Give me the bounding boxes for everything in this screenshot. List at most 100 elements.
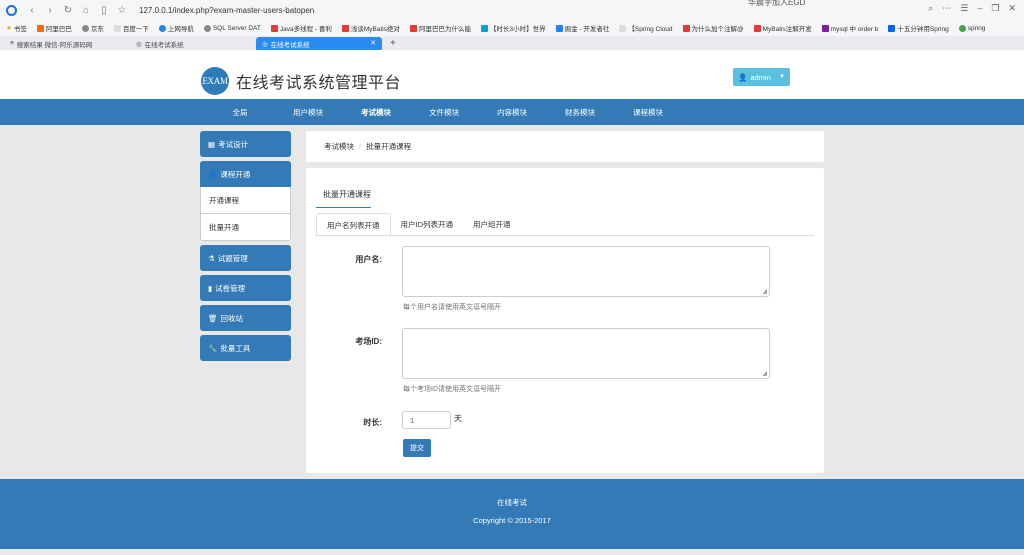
main-panel: 批量开通课程 用户名列表开通 用户ID列表开通 用户组开通 用户名: ◢ 每个用…	[306, 168, 824, 473]
examid-textarea[interactable]: ◢	[402, 328, 770, 379]
page-icon	[113, 24, 121, 32]
page-icon: ≡	[10, 40, 14, 47]
sidebar-item-paper-mgmt[interactable]: ▮ 试卷管理	[200, 275, 291, 301]
bookmark-item[interactable]: 【时长3小时】世界	[481, 23, 546, 33]
browser-tabs: ≡ 搜索结果 微信-阿乐源码网 ◎ 在线考试系统 ◎ 在线考试系统 ✕ +	[0, 36, 1024, 50]
bookmark-item[interactable]: 阿里巴巴为什么能	[410, 23, 471, 33]
juejin-icon	[555, 24, 563, 32]
home-icon[interactable]: ⌂	[79, 3, 93, 17]
bookmark-item[interactable]: 百度一下	[113, 23, 149, 33]
bookmark-item[interactable]: MyBatis注解开发	[753, 23, 812, 33]
globe-icon: ◎	[262, 40, 268, 48]
sidebar-item-batch-tools[interactable]: 🔧 批量工具	[200, 335, 291, 361]
flask-icon: ⚗	[208, 253, 215, 263]
main-nav: 全局 用户模块 考试模块 文件模块 内容模块 财务模块 课程模块	[0, 99, 1024, 125]
alibaba-icon	[36, 24, 44, 32]
bookmark-item[interactable]: spring	[958, 24, 985, 32]
breadcrumb-item-current: 批量开通课程	[366, 142, 412, 151]
nav-item-users[interactable]: 用户模块	[274, 107, 342, 118]
bookmark-item[interactable]: 浅谈MyBatis绝对	[341, 23, 400, 33]
csdn-icon	[341, 24, 349, 32]
ie-icon	[158, 24, 166, 32]
resize-grip-icon[interactable]: ◢	[762, 288, 767, 295]
sidebar-item-course-open[interactable]: 👤 课程开通	[200, 161, 291, 187]
globe-icon	[203, 24, 211, 32]
duration-unit: 天	[454, 414, 462, 423]
bookmark-item[interactable]: ★ 书签	[6, 23, 27, 33]
nav-item-finance[interactable]: 财务模块	[546, 107, 614, 118]
sidebar-item-exam-design[interactable]: ▦ 考试设计	[200, 131, 291, 157]
bookmark-item[interactable]: 掘金 - 开发者社	[555, 23, 609, 33]
nav-item-global[interactable]: 全局	[206, 107, 274, 118]
zhihu-icon	[888, 24, 896, 32]
user-icon: 👤	[738, 72, 748, 82]
bottom-strip	[0, 549, 1024, 555]
tab-username-list[interactable]: 用户名列表开通	[316, 213, 391, 237]
bookmark-item[interactable]: 【Spring Cloud	[619, 23, 673, 33]
bookmark-item[interactable]: 阿里巴巴	[36, 23, 72, 33]
user-name: admin	[750, 72, 771, 82]
site-header: EXAM 在线考试系统管理平台 👤 admin ▼	[0, 50, 1024, 99]
book-icon: ▮	[208, 283, 213, 293]
restore-icon[interactable]: ❐	[991, 3, 999, 14]
csdn-icon	[753, 24, 761, 32]
more-icon[interactable]: ⋯	[942, 3, 951, 14]
examid-label: 考场ID:	[355, 337, 382, 346]
globe-icon: ◎	[136, 40, 142, 48]
browser-tab[interactable]: ≡ 搜索结果 微信-阿乐源码网	[4, 37, 130, 50]
breadcrumb-item-exam[interactable]: 考试模块	[324, 141, 354, 152]
browser-tab-active[interactable]: ◎ 在线考试系统 ✕	[256, 37, 382, 50]
user-menu-button[interactable]: 👤 admin ▼	[733, 68, 790, 86]
refresh-icon[interactable]: ↻	[61, 3, 75, 17]
trash-icon: 🗑	[208, 313, 218, 323]
bookmark-item[interactable]: 上网导航	[158, 23, 194, 33]
panel-title: 批量开通课程	[323, 190, 371, 199]
sidebar-toggle-icon[interactable]: ▯	[97, 3, 111, 17]
close-icon[interactable]: ✕	[1008, 3, 1016, 14]
sidebar: ▦ 考试设计 👤 课程开通 开通课程 批量开通 ⚗ 试题管理 ▮ 试卷管理 🗑 …	[200, 131, 291, 365]
back-icon[interactable]: ‹	[25, 3, 39, 17]
tab-userid-list[interactable]: 用户ID列表开通	[391, 213, 464, 236]
grid-icon: ▦	[208, 139, 216, 149]
forward-icon[interactable]: ›	[43, 3, 57, 17]
bookmark-item[interactable]: 京东	[81, 23, 104, 33]
tab-user-group[interactable]: 用户组开通	[463, 213, 521, 236]
close-tab-icon[interactable]: ✕	[370, 39, 376, 47]
bookmark-item[interactable]: 为什么加个注解@	[682, 23, 744, 33]
examid-help: 每个考场ID请使用英文逗号隔开	[403, 386, 501, 393]
resize-grip-icon[interactable]: ◢	[762, 370, 767, 377]
username-textarea[interactable]: ◢	[402, 246, 770, 297]
bookmark-item[interactable]: mysql 中 order b	[821, 23, 878, 33]
sidebar-subitem-open-course[interactable]: 开通课程	[200, 187, 291, 214]
nav-item-content[interactable]: 内容模块	[478, 107, 546, 118]
nav-item-files[interactable]: 文件模块	[410, 107, 478, 118]
bookmark-item[interactable]: 十五分钟用Spring	[888, 23, 949, 33]
duration-label: 时长:	[363, 418, 382, 427]
exam-logo: EXAM	[201, 67, 229, 95]
bookmark-item[interactable]: Java多线程 - 喜利	[270, 23, 332, 33]
minimize-icon[interactable]: –	[977, 3, 982, 14]
sidebar-subitem-batch-open[interactable]: 批量开通	[200, 214, 291, 241]
wechat-icon	[958, 24, 966, 32]
star-icon[interactable]: ☆	[115, 3, 129, 17]
search-icon[interactable]: ⌕	[928, 3, 933, 14]
bookmarks-bar: ★ 书签 阿里巴巴 京东 百度一下 上网导航 SQL Server DAT Jav…	[0, 20, 1024, 36]
nav-item-course[interactable]: 课程模块	[614, 107, 682, 118]
submit-button[interactable]: 提交	[403, 439, 431, 457]
top-news-ticker[interactable]: 华晨宇加入EGD	[748, 0, 805, 8]
duration-input[interactable]: 1	[402, 411, 451, 429]
csdn-icon	[410, 24, 418, 32]
bookmark-item[interactable]: SQL Server DAT	[203, 24, 261, 32]
sidebar-item-recycle[interactable]: 🗑 回收站	[200, 305, 291, 331]
zhihu-icon	[821, 24, 829, 32]
sidebar-item-question-mgmt[interactable]: ⚗ 试题管理	[200, 245, 291, 271]
browser-tab[interactable]: ◎ 在线考试系统	[130, 37, 256, 50]
brand[interactable]: EXAM 在线考试系统管理平台	[201, 67, 401, 95]
title-underline	[316, 207, 371, 208]
footer-title: 在线考试	[497, 498, 527, 507]
new-tab-icon[interactable]: +	[390, 38, 396, 49]
url-field[interactable]: 127.0.0.1/index.php?exam-master-users-ba…	[139, 6, 314, 15]
nav-item-exam[interactable]: 考试模块	[342, 107, 410, 118]
menu-icon[interactable]: ☰	[960, 3, 968, 14]
username-label: 用户名:	[355, 255, 382, 264]
